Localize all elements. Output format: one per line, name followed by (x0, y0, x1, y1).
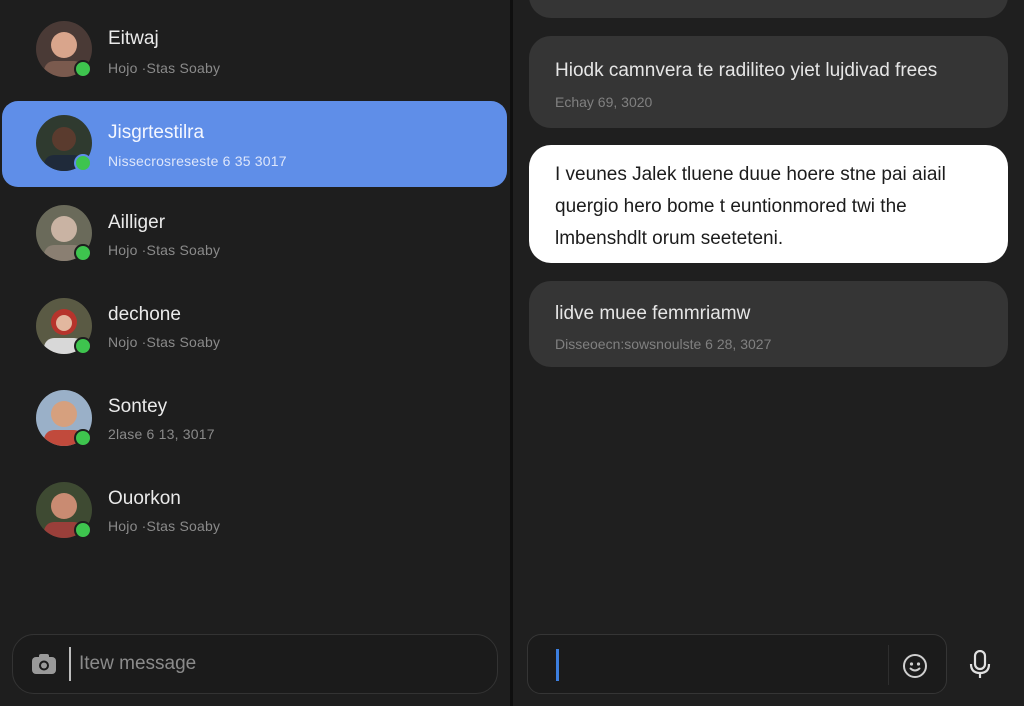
message-text: Hiodk camnvera te radiliteo yiet lujdiva… (555, 60, 938, 81)
message-bubble-highlighted: I veunes Jalek tluene duue hoere stne pa… (529, 145, 1008, 263)
message-text: I veunes Jalek tluene duue hoere stne pa… (555, 164, 946, 249)
online-status-icon (74, 154, 92, 172)
message-input[interactable] (527, 634, 947, 694)
conversation-preview: Hojo ·Stas Soaby (108, 60, 221, 76)
text-cursor (69, 647, 71, 681)
conversation-list-pane: Eitwaj Hojo ·Stas Soaby Jisgrtestilra Ni… (0, 0, 510, 706)
online-status-icon (74, 60, 92, 78)
emoji-icon[interactable] (902, 653, 928, 679)
message-bubble: Hiodk camnvera te radiliteo yiet lujdiva… (529, 36, 1008, 128)
online-status-icon (74, 244, 92, 262)
chat-pane: Hiodk camnvera te radiliteo yiet lujdiva… (513, 0, 1024, 706)
conversation-name: Ouorkon (108, 488, 181, 509)
message-placeholder: Itew message (79, 653, 197, 674)
message-bubble: lidve muee femmriamw Disseoecn:sowsnouls… (529, 281, 1008, 367)
message-timestamp: Disseoecn:sowsnoulste 6 28, 3027 (555, 336, 772, 352)
conversation-item[interactable]: Ouorkon Hojo ·Stas Soaby (2, 468, 507, 554)
message-text: lidve muee femmriamw (555, 303, 751, 324)
conversation-preview: Hojo ·Stas Soaby (108, 518, 221, 534)
conversation-name: Ailliger (108, 212, 166, 233)
conversation-item-selected[interactable]: Jisgrtestilra Nissecrosreseste 6 35 3017 (2, 101, 507, 187)
conversation-item[interactable]: Ailliger Hojo ·Stas Soaby (2, 192, 507, 278)
conversation-name: Eitwaj (108, 28, 159, 49)
conversation-item[interactable]: Eitwaj Hojo ·Stas Soaby (2, 0, 507, 86)
message-timestamp: Echay 69, 3020 (555, 94, 653, 110)
online-status-icon (74, 337, 92, 355)
conversation-name: Sontey (108, 396, 168, 417)
search-message-input[interactable]: Itew message (12, 634, 498, 694)
camera-icon[interactable] (31, 653, 57, 675)
conversation-name: Jisgrtestilra (108, 122, 205, 143)
conversation-preview: 2lase 6 13, 3017 (108, 426, 215, 442)
message-bubble (529, 0, 1008, 18)
conversation-preview: Hojo ·Stas Soaby (108, 242, 221, 258)
conversation-item[interactable]: dechone Nojo ·Stas Soaby (2, 284, 507, 370)
divider (888, 645, 889, 685)
online-status-icon (74, 429, 92, 447)
conversation-preview: Nojo ·Stas Soaby (108, 334, 221, 350)
microphone-icon[interactable] (968, 650, 992, 680)
online-status-icon (74, 521, 92, 539)
conversation-item[interactable]: Sontey 2lase 6 13, 3017 (2, 376, 507, 462)
conversation-preview: Nissecrosreseste 6 35 3017 (108, 153, 287, 169)
text-cursor (556, 649, 559, 681)
conversation-name: dechone (108, 304, 181, 325)
